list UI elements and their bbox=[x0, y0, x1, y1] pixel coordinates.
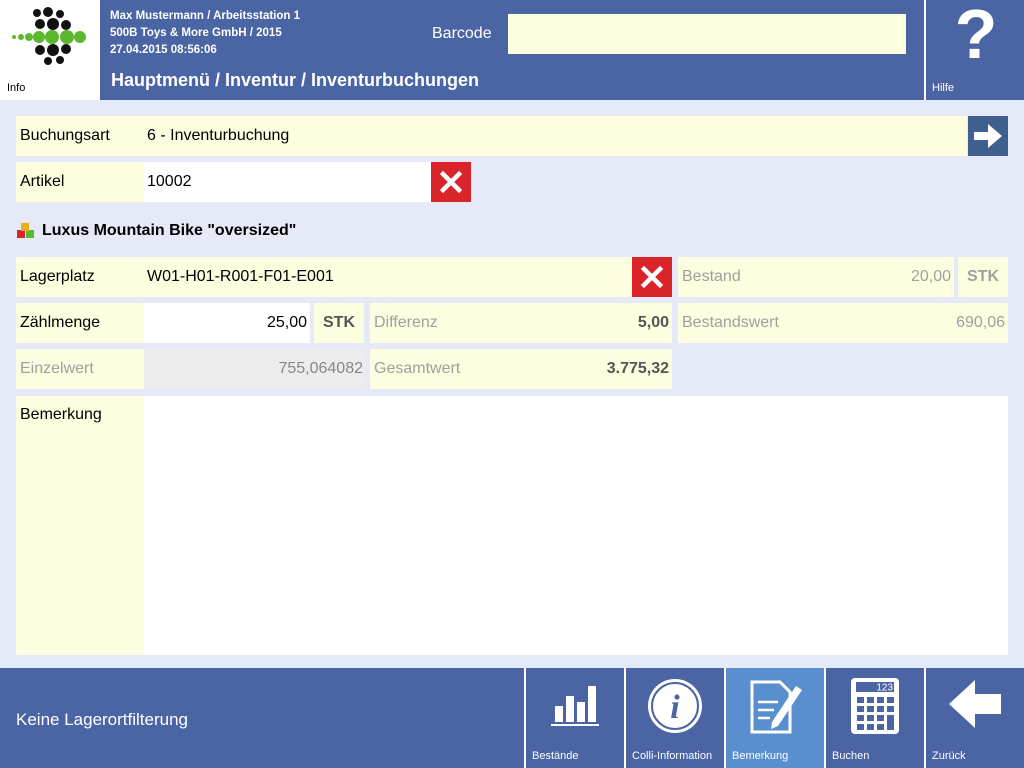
zaehlmenge-label: Zählmenge bbox=[20, 314, 101, 331]
close-icon bbox=[439, 170, 463, 194]
info-circle-icon: i bbox=[648, 679, 702, 733]
company-line: 500B Toys & More GmbH / 2015 bbox=[110, 27, 282, 39]
bestandswert-label: Bestandswert bbox=[682, 314, 779, 331]
bestandswert-value: 690,06 bbox=[956, 314, 1005, 331]
lagerplatz-value[interactable]: W01-H01-R001-F01-E001 bbox=[144, 257, 624, 297]
clear-artikel-button[interactable] bbox=[431, 162, 471, 202]
breadcrumb: Hauptmenü / Inventur / Inventurbuchungen bbox=[111, 70, 480, 90]
bemerkung-button-label: Bemerkung bbox=[732, 750, 789, 762]
bestaende-label: Bestände bbox=[532, 750, 579, 762]
next-arrow-button[interactable] bbox=[968, 116, 1008, 156]
einzelwert-value: 755,064082 bbox=[144, 349, 366, 389]
bestand-unit: STK bbox=[958, 257, 1008, 297]
calculator-icon: 123 bbox=[851, 678, 899, 734]
article-name: Luxus Mountain Bike "oversized" bbox=[42, 222, 297, 239]
colli-information-button[interactable]: i Colli-Information bbox=[624, 668, 724, 768]
clear-lagerplatz-button[interactable] bbox=[632, 257, 672, 297]
zurueck-label: Zurück bbox=[932, 750, 966, 762]
article-cubes-icon bbox=[17, 223, 34, 238]
bestand-label: Bestand bbox=[682, 268, 741, 285]
artikel-input[interactable]: 10002 bbox=[144, 162, 431, 202]
question-mark-icon: ? bbox=[954, 0, 998, 73]
help-label: Hilfe bbox=[932, 82, 955, 94]
gesamtwert-label: Gesamtwert bbox=[374, 360, 461, 377]
buchen-label: Buchen bbox=[832, 750, 870, 762]
artikel-label-cell: Artikel bbox=[16, 162, 144, 202]
bemerkung-label-cell: Bemerkung bbox=[16, 396, 144, 655]
bemerkung-button[interactable]: Bemerkung bbox=[724, 668, 824, 768]
close-icon bbox=[640, 265, 664, 289]
bemerkung-textarea[interactable] bbox=[144, 396, 1008, 655]
zaehlmenge-label-cell: Zählmenge bbox=[16, 303, 144, 343]
bar-chart-icon bbox=[551, 686, 599, 726]
colli-information-label: Colli-Information bbox=[632, 750, 713, 762]
barcode-input[interactable] bbox=[508, 14, 906, 54]
barcode-label: Barcode bbox=[432, 25, 492, 42]
footer-status: Keine Lagerortfilterung bbox=[16, 710, 189, 729]
zurueck-button[interactable]: Zurück bbox=[924, 668, 1024, 768]
help-button[interactable]: ? Hilfe bbox=[924, 0, 1024, 100]
buchen-button[interactable]: 123 Buchen bbox=[824, 668, 924, 768]
info-logo-button[interactable]: Info bbox=[0, 0, 100, 100]
lagerplatz-label: Lagerplatz bbox=[20, 268, 95, 285]
gesamtwert-value: 3.775,32 bbox=[606, 360, 669, 377]
company-logo-icon bbox=[12, 7, 86, 65]
differenz-label: Differenz bbox=[374, 314, 438, 331]
einzelwert-label-cell: Einzelwert bbox=[16, 349, 144, 389]
svg-text:i: i bbox=[670, 689, 680, 726]
datetime: 27.04.2015 08:56:06 bbox=[110, 44, 217, 56]
document-edit-icon bbox=[750, 680, 802, 734]
buchungsart-label: Buchungsart bbox=[20, 127, 110, 144]
zaehlmenge-input[interactable]: 25,00 bbox=[144, 303, 310, 343]
bestaende-button[interactable]: Bestände bbox=[524, 668, 624, 768]
user-line: Max Mustermann / Arbeitsstation 1 bbox=[110, 10, 301, 22]
artikel-label: Artikel bbox=[20, 173, 65, 190]
differenz-value: 5,00 bbox=[637, 314, 669, 331]
arrow-right-icon bbox=[974, 124, 1002, 148]
calculator-display: 123 bbox=[876, 683, 893, 694]
user-info: Max Mustermann / Arbeitsstation 1 500B T… bbox=[110, 8, 300, 59]
zaehlmenge-unit: STK bbox=[314, 303, 364, 343]
buchungsart-value[interactable]: 6 - Inventurbuchung bbox=[144, 116, 744, 156]
bemerkung-label: Bemerkung bbox=[20, 406, 102, 423]
bestand-value: 20,00 bbox=[910, 268, 951, 285]
info-label: Info bbox=[7, 82, 26, 94]
arrow-left-icon bbox=[949, 680, 1001, 728]
einzelwert-label: Einzelwert bbox=[20, 360, 94, 377]
